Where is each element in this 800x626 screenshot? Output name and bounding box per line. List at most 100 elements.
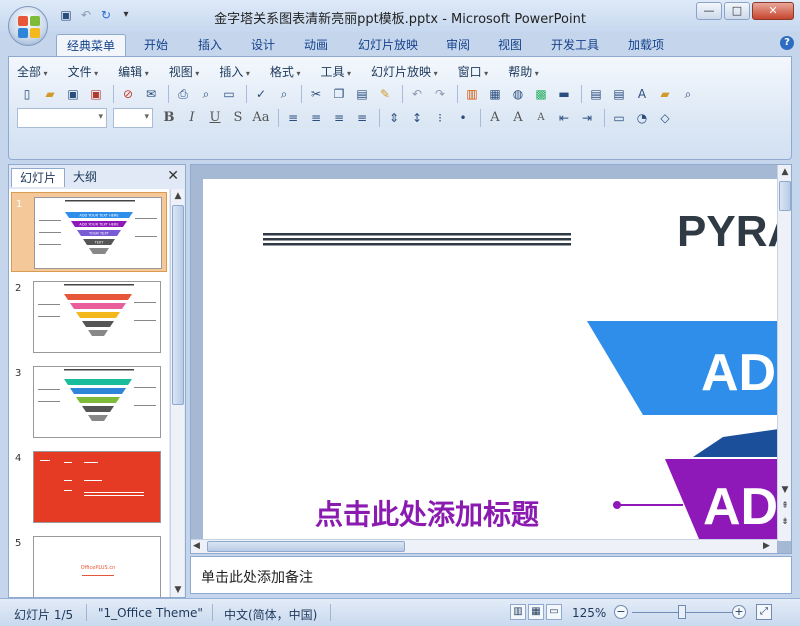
color-icon[interactable]: ▬: [554, 84, 574, 104]
layout-slide-icon[interactable]: ▤: [609, 84, 629, 104]
paste-icon[interactable]: ▤: [352, 84, 372, 104]
align-left-icon[interactable]: ≡: [283, 108, 303, 128]
theme-name[interactable]: "1_Office Theme": [98, 606, 203, 620]
print-preview-icon[interactable]: ⌕: [196, 84, 216, 104]
new-file-icon[interactable]: ▯: [17, 84, 37, 104]
slide-canvas[interactable]: PYRA AD AD 点击此处添加标题: [203, 179, 779, 539]
language-indicator[interactable]: 中文(简体，中国): [224, 606, 317, 623]
close-button[interactable]: ✕: [752, 2, 794, 20]
thumbnails-scrollbar[interactable]: ▲ ▼: [170, 189, 184, 597]
previous-slide-icon[interactable]: ⇞: [778, 499, 792, 513]
shadow-icon[interactable]: S: [228, 108, 248, 128]
open-folder-icon[interactable]: ▰: [40, 84, 60, 104]
layout-icon[interactable]: ▭: [219, 84, 239, 104]
tab-home[interactable]: 开始: [134, 34, 178, 56]
scroll-up-icon[interactable]: ▲: [778, 165, 792, 179]
slide-sorter-icon[interactable]: ▦: [528, 604, 544, 620]
slide-thumbnail-1[interactable]: 1 ADD YOUR TEXT HERE ADD YOUR TEXT HERE …: [11, 192, 167, 272]
slideshow-icon[interactable]: ▭: [546, 604, 562, 620]
zoom-slider-thumb[interactable]: [678, 605, 686, 619]
shapes-icon[interactable]: ◔: [632, 108, 652, 128]
fit-to-window-icon[interactable]: ⤢: [756, 604, 772, 620]
menu-format[interactable]: 格式: [270, 63, 301, 80]
tab-developer[interactable]: 开发工具: [541, 34, 609, 56]
editor-vertical-scrollbar[interactable]: ▲ ▼ ⇞ ⇟: [777, 165, 791, 541]
textbox-icon[interactable]: A: [632, 84, 652, 104]
tab-slides[interactable]: 幻灯片: [11, 168, 66, 187]
minimize-button[interactable]: —: [696, 2, 722, 20]
font-size-combo[interactable]: [113, 108, 153, 128]
underline-icon[interactable]: U: [205, 108, 225, 128]
scroll-left-icon[interactable]: ◀: [193, 540, 205, 553]
menu-window[interactable]: 窗口: [458, 63, 489, 80]
help-icon[interactable]: ?: [780, 36, 794, 50]
numbering-icon[interactable]: ⁝: [430, 108, 450, 128]
tab-view[interactable]: 视图: [488, 34, 532, 56]
slide-thumbnail-3[interactable]: 3: [11, 362, 167, 442]
research-icon[interactable]: ⌕: [274, 84, 294, 104]
change-case-icon[interactable]: Aa: [251, 108, 271, 128]
print-icon[interactable]: ⎙: [173, 84, 193, 104]
copy-icon[interactable]: ❐: [329, 84, 349, 104]
normal-view-icon[interactable]: ▥: [510, 604, 526, 620]
restore-button[interactable]: □: [724, 2, 750, 20]
scroll-down-icon[interactable]: ▼: [778, 483, 792, 497]
arrange-icon[interactable]: ▭: [609, 108, 629, 128]
menu-all[interactable]: 全部: [17, 63, 48, 80]
tab-design[interactable]: 设计: [241, 34, 285, 56]
menu-tools[interactable]: 工具: [320, 63, 351, 80]
tab-classic-menu[interactable]: 经典菜单: [56, 34, 127, 56]
clipart-icon[interactable]: ◍: [508, 84, 528, 104]
tab-addins[interactable]: 加载项: [618, 34, 674, 56]
undo-icon[interactable]: ↶: [407, 84, 427, 104]
new-slide-icon[interactable]: ▤: [586, 84, 606, 104]
shape-fill-icon[interactable]: ◇: [655, 108, 675, 128]
chart-icon[interactable]: ▥: [462, 84, 482, 104]
picture-icon[interactable]: ▩: [531, 84, 551, 104]
scroll-right-icon[interactable]: ▶: [763, 540, 775, 553]
format-painter-icon[interactable]: ✎: [375, 84, 395, 104]
permission-icon[interactable]: ⊘: [118, 84, 138, 104]
font-color-icon[interactable]: A: [485, 108, 505, 128]
align-center-icon[interactable]: ≡: [306, 108, 326, 128]
text-direction-icon[interactable]: ⇕: [384, 108, 404, 128]
tab-review[interactable]: 审阅: [436, 34, 480, 56]
zoom-out-icon[interactable]: −: [614, 605, 628, 619]
shrink-font-icon[interactable]: A: [531, 108, 551, 128]
menu-view[interactable]: 视图: [169, 63, 200, 80]
justify-icon[interactable]: ≡: [352, 108, 372, 128]
zoom-in-icon[interactable]: +: [732, 605, 746, 619]
scroll-thumb[interactable]: [207, 541, 405, 552]
slide-thumbnail-2[interactable]: 2: [11, 277, 167, 357]
menu-insert[interactable]: 插入: [219, 63, 250, 80]
menu-help[interactable]: 帮助: [508, 63, 539, 80]
next-slide-icon[interactable]: ⇟: [778, 515, 792, 529]
menu-edit[interactable]: 编辑: [118, 63, 149, 80]
folder-icon[interactable]: ▰: [655, 84, 675, 104]
slide-thumbnail-4[interactable]: 4: [11, 447, 167, 527]
office-button[interactable]: [8, 6, 48, 46]
menu-slideshow[interactable]: 幻灯片放映: [371, 63, 438, 80]
close-panel-icon[interactable]: ✕: [167, 168, 179, 184]
tab-outline[interactable]: 大纲: [65, 168, 105, 187]
cut-icon[interactable]: ✂: [306, 84, 326, 104]
title-placeholder[interactable]: 点击此处添加标题: [315, 493, 539, 533]
italic-icon[interactable]: I: [182, 108, 202, 128]
scroll-thumb[interactable]: [779, 181, 791, 211]
email-icon[interactable]: ✉: [141, 84, 161, 104]
editor-horizontal-scrollbar[interactable]: ◀ ▶: [191, 539, 777, 553]
table-icon[interactable]: ▦: [485, 84, 505, 104]
tab-slideshow[interactable]: 幻灯片放映: [348, 34, 428, 56]
tab-animation[interactable]: 动画: [294, 34, 338, 56]
slide-thumbnail-5[interactable]: 5 OfficePLUS.cn: [11, 532, 167, 597]
scroll-down-icon[interactable]: ▼: [171, 583, 185, 597]
scroll-up-icon[interactable]: ▲: [171, 189, 185, 203]
increase-indent-icon[interactable]: ⇥: [577, 108, 597, 128]
menu-file[interactable]: 文件: [68, 63, 99, 80]
bold-icon[interactable]: B: [159, 108, 179, 128]
save-as-icon[interactable]: ▣: [86, 84, 106, 104]
redo-icon[interactable]: ↷: [430, 84, 450, 104]
bullets-icon[interactable]: •: [453, 108, 473, 128]
find-icon[interactable]: ⌕: [678, 84, 698, 104]
line-spacing-icon[interactable]: ↕: [407, 108, 427, 128]
